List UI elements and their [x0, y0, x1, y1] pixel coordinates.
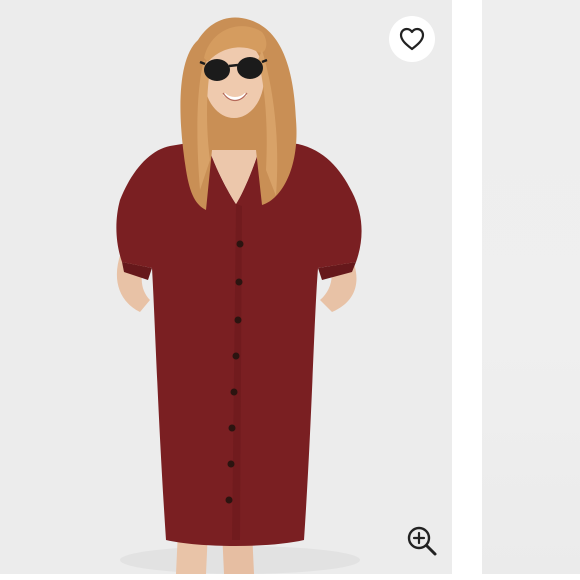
slide-gap: [452, 0, 482, 580]
product-image-carousel[interactable]: [0, 0, 580, 580]
carousel-bottom-edge: [0, 574, 580, 580]
heart-outline-icon: [399, 27, 425, 51]
zoom-button[interactable]: [405, 524, 439, 558]
next-slide-preview[interactable]: [482, 0, 580, 574]
product-photo-slide[interactable]: [0, 0, 452, 574]
product-photo: [0, 0, 452, 574]
like-button[interactable]: [389, 16, 435, 62]
zoom-in-icon: [407, 526, 437, 556]
